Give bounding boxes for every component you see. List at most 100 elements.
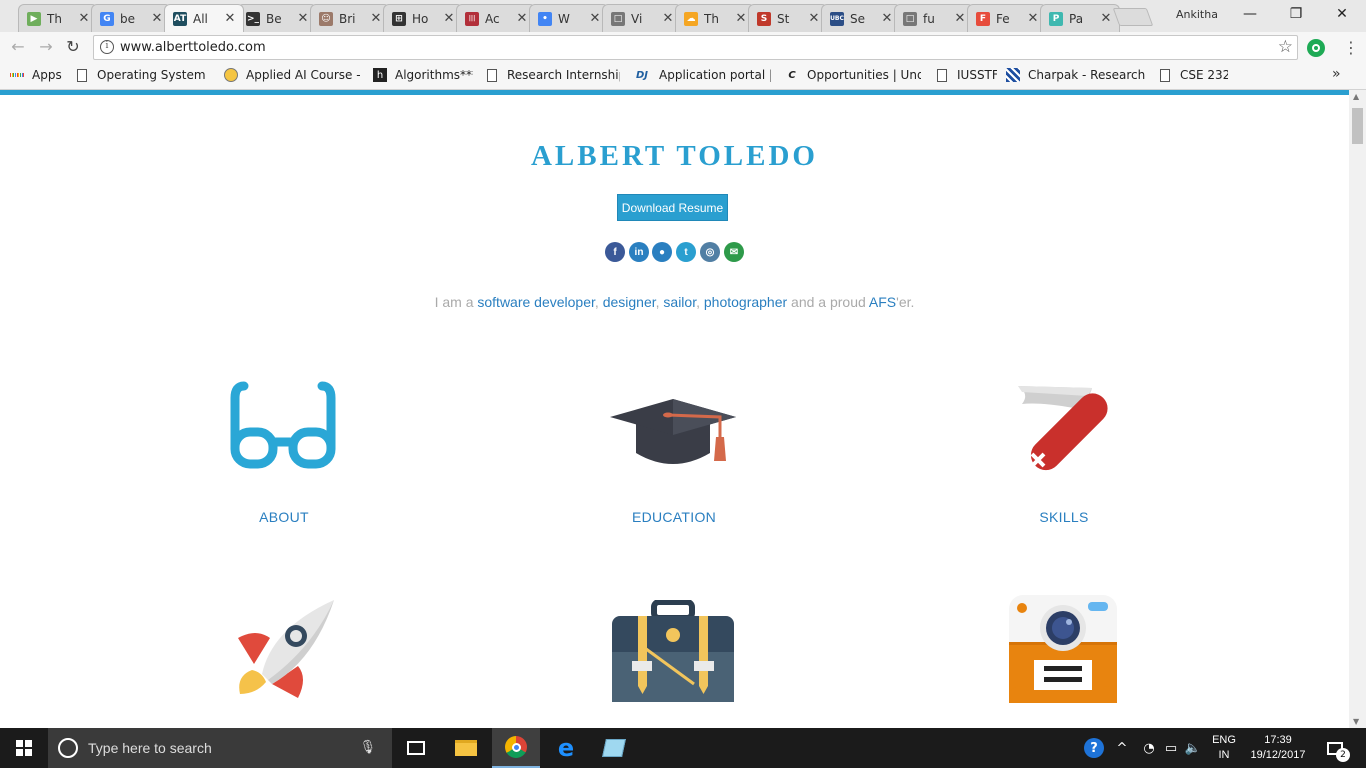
tab-close-icon[interactable]: ✕ <box>150 11 164 26</box>
browser-tab[interactable]: >_ Be ✕ <box>237 4 317 32</box>
bookmark-charpak[interactable]: Charpak - Research Ir <box>1006 68 1146 82</box>
tab-close-icon[interactable]: ✕ <box>1026 11 1040 26</box>
taskbar-search[interactable]: Type here to search 🎙 <box>48 728 392 768</box>
tab-favicon-icon: S <box>757 11 771 26</box>
graduation-cap-icon[interactable] <box>608 395 738 467</box>
browser-tab[interactable]: ☺ Bri ✕ <box>310 4 390 32</box>
tab-close-icon[interactable]: ✕ <box>588 11 602 26</box>
tab-close-icon[interactable]: ✕ <box>442 11 456 26</box>
browser-tab[interactable]: □ fu ✕ <box>894 4 974 32</box>
twitter-icon[interactable]: t <box>676 242 696 262</box>
restore-button[interactable]: ❐ <box>1273 0 1319 28</box>
bookmark-operating-system[interactable]: Operating System Co <box>75 68 210 82</box>
tab-close-icon[interactable]: ✕ <box>880 11 894 26</box>
new-tab-button[interactable] <box>1112 8 1154 26</box>
tab-close-icon[interactable]: ✕ <box>661 11 675 26</box>
url-text[interactable]: www.alberttoledo.com <box>120 40 266 55</box>
scroll-down-icon[interactable]: ▼ <box>1353 717 1359 726</box>
more-bookmarks-icon[interactable]: » <box>1332 66 1341 82</box>
file-explorer-button[interactable] <box>442 728 490 768</box>
linkedin-icon[interactable]: in <box>629 242 649 262</box>
browser-tab[interactable]: UBC Se ✕ <box>821 4 901 32</box>
section-about-link[interactable]: ABOUT <box>184 509 384 525</box>
volume-icon[interactable]: 🔈 <box>1182 728 1204 768</box>
edge-taskbar-button[interactable]: e <box>542 728 590 768</box>
task-view-button[interactable] <box>392 728 440 768</box>
browser-tab[interactable]: • W ✕ <box>529 4 609 32</box>
scroll-up-icon[interactable]: ▲ <box>1353 92 1359 101</box>
bookmark-research-internships[interactable]: Research Internships <box>485 68 620 82</box>
bookmark-applied-ai[interactable]: Applied AI Course - I <box>224 68 361 82</box>
tab-close-icon[interactable]: ✕ <box>369 11 383 26</box>
link-software-developer[interactable]: software developer <box>477 294 595 310</box>
close-window-button[interactable]: ✕ <box>1319 0 1365 28</box>
bookmark-application-portal[interactable]: DJ Application portal | R <box>633 68 771 82</box>
scroll-thumb[interactable] <box>1352 108 1363 144</box>
chrome-taskbar-button[interactable] <box>492 728 540 768</box>
browser-tab[interactable]: F Fe ✕ <box>967 4 1047 32</box>
briefcase-icon[interactable] <box>610 600 736 704</box>
camera-icon[interactable] <box>1008 594 1118 704</box>
browser-tab[interactable]: Gbe ✕ <box>91 4 171 32</box>
browser-tab[interactable]: AT All ✕ <box>164 4 244 32</box>
bookmark-apps[interactable]: Apps <box>10 68 70 82</box>
back-button[interactable]: ← <box>8 37 28 57</box>
tab-close-icon[interactable]: ✕ <box>953 11 967 26</box>
link-sailor[interactable]: sailor <box>663 294 696 310</box>
swiss-knife-icon[interactable] <box>1010 382 1120 484</box>
browser-menu-icon[interactable]: ⋮ <box>1343 38 1359 57</box>
notepad-taskbar-button[interactable] <box>590 728 638 768</box>
tab-close-icon[interactable]: ✕ <box>77 11 91 26</box>
section-education-link[interactable]: EDUCATION <box>574 509 774 525</box>
minimize-button[interactable]: — <box>1227 0 1273 28</box>
browser-tab[interactable]: P Pa ✕ <box>1040 4 1120 32</box>
browser-tab[interactable]: ☁ Th ✕ <box>675 4 755 32</box>
language-indicator[interactable]: ENG IN <box>1208 733 1240 763</box>
bookmark-cse232[interactable]: CSE 232 <box>1158 68 1228 82</box>
github-icon[interactable]: ● <box>652 242 672 262</box>
bookmark-algorithms[interactable]: h Algorithms*** <box>373 68 473 82</box>
browser-tab[interactable]: ||| Ac ✕ <box>456 4 536 32</box>
bookmark-iusstf[interactable]: IUSSTF <box>935 68 997 82</box>
tab-close-icon[interactable]: ✕ <box>1099 11 1113 26</box>
battery-icon[interactable]: ▭ <box>1160 728 1182 768</box>
link-afs[interactable]: AFS <box>869 294 896 310</box>
forward-button[interactable]: → <box>36 37 56 57</box>
tab-close-icon[interactable]: ✕ <box>223 11 237 26</box>
glasses-icon[interactable] <box>230 380 336 472</box>
link-photographer[interactable]: photographer <box>704 294 787 310</box>
help-icon[interactable]: ? <box>1082 728 1106 768</box>
microphone-icon[interactable]: 🎙 <box>359 740 376 755</box>
clock[interactable]: 17:39 19/12/2017 <box>1245 733 1311 763</box>
page-scrollbar[interactable]: ▲ ▼ <box>1349 90 1366 728</box>
language-region: IN <box>1218 749 1230 761</box>
extension-icon[interactable] <box>1307 39 1325 57</box>
download-resume-button[interactable]: Download Resume <box>617 194 728 221</box>
email-icon[interactable]: ✉ <box>724 242 744 262</box>
show-hidden-icons-icon[interactable]: ^ <box>1112 728 1132 768</box>
address-bar[interactable]: i www.alberttoledo.com ☆ <box>93 35 1298 60</box>
link-designer[interactable]: designer <box>603 294 656 310</box>
browser-tab[interactable]: ▶ Th ✕ <box>18 4 98 32</box>
action-center-button[interactable]: 2 <box>1322 728 1350 768</box>
start-button[interactable] <box>0 728 48 768</box>
h-icon: h <box>373 68 387 82</box>
tab-close-icon[interactable]: ✕ <box>734 11 748 26</box>
section-skills-link[interactable]: SKILLS <box>964 509 1164 525</box>
instagram-icon[interactable]: ◎ <box>700 242 720 262</box>
profile-name[interactable]: Ankitha <box>1176 8 1218 21</box>
tab-close-icon[interactable]: ✕ <box>807 11 821 26</box>
browser-tab[interactable]: □ Vi ✕ <box>602 4 682 32</box>
browser-tab[interactable]: ⊞ Ho ✕ <box>383 4 463 32</box>
browser-tab[interactable]: S St ✕ <box>748 4 828 32</box>
tab-close-icon[interactable]: ✕ <box>515 11 529 26</box>
site-title[interactable]: ALBERT TOLEDO <box>0 140 1349 173</box>
info-icon[interactable]: i <box>100 40 114 54</box>
reload-button[interactable]: ↻ <box>63 37 83 57</box>
bookmark-star-icon[interactable]: ☆ <box>1278 37 1293 57</box>
bookmark-opportunities[interactable]: C Opportunities | Unde <box>785 68 921 82</box>
network-icon[interactable]: ◔ <box>1138 728 1160 768</box>
tab-close-icon[interactable]: ✕ <box>296 11 310 26</box>
facebook-icon[interactable]: f <box>605 242 625 262</box>
rocket-icon[interactable] <box>232 598 338 704</box>
